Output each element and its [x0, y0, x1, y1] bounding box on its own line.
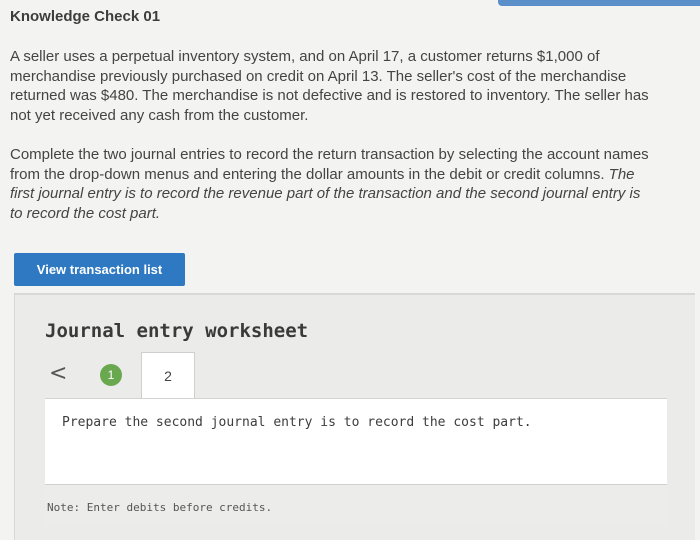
- step-2-tab[interactable]: 2: [141, 352, 195, 399]
- chevron-left-icon[interactable]: <: [49, 361, 67, 386]
- step-1-tab[interactable]: 1: [100, 364, 122, 386]
- problem-paragraph-1: A seller uses a perpetual inventory syst…: [10, 48, 649, 124]
- problem-paragraph-2: Complete the two journal entries to reco…: [10, 145, 650, 223]
- journal-entry-worksheet: Journal entry worksheet < 1 2 Prepare th…: [14, 293, 695, 540]
- step-navigation: < 1 2: [15, 352, 695, 399]
- page-title: Knowledge Check 01: [10, 8, 161, 25]
- note-text: Note: Enter debits before credits.: [47, 501, 273, 514]
- worksheet-title: Journal entry worksheet: [45, 320, 309, 342]
- instructions-text: Complete the two journal entries to reco…: [10, 146, 649, 183]
- view-transaction-list-button[interactable]: View transaction list: [14, 253, 185, 286]
- top-accent-bar: [498, 0, 700, 6]
- note-panel: Note: Enter debits before credits.: [45, 484, 667, 525]
- journal-entry-panel: Prepare the second journal entry is to r…: [45, 398, 667, 484]
- entry-instruction: Prepare the second journal entry is to r…: [62, 415, 532, 430]
